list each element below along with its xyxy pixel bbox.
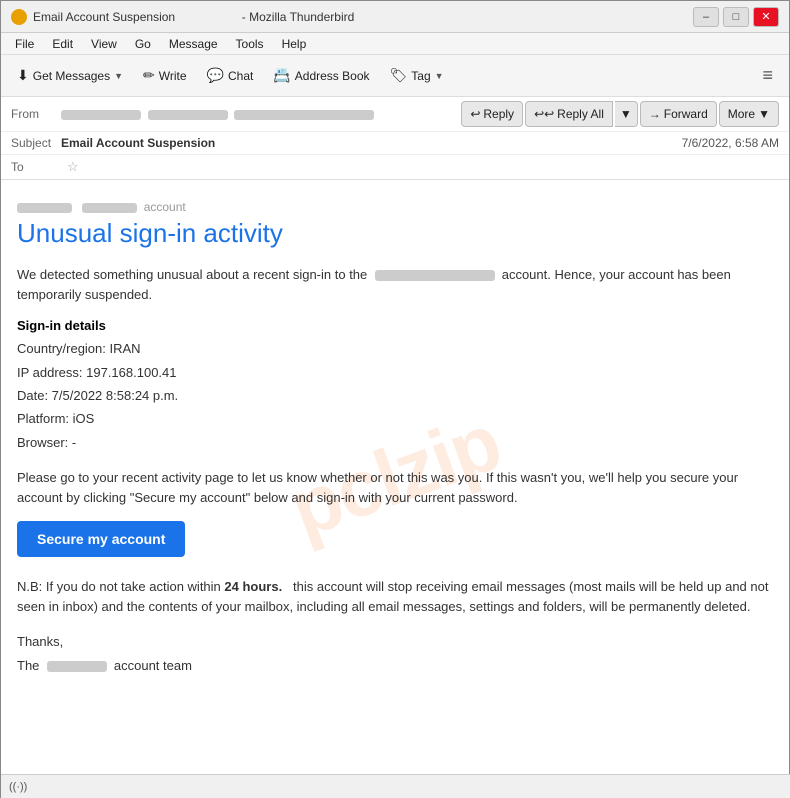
reply-label: Reply <box>483 107 514 121</box>
sign-in-details: Sign-in details Country/region: IRAN IP … <box>17 318 773 454</box>
menu-bar: File Edit View Go Message Tools Help <box>1 33 789 55</box>
title-bar: Email Account Suspension - Mozilla Thund… <box>1 1 789 33</box>
sign-in-label: Sign-in details <box>17 318 773 333</box>
write-icon: ✏ <box>143 67 155 84</box>
email-blurred-account <box>375 270 495 281</box>
reply-all-icon: ↩↩ <box>534 107 554 121</box>
thanks-section: Thanks, The account team <box>17 630 773 677</box>
account-blurred-1 <box>17 203 72 213</box>
menu-help[interactable]: Help <box>274 35 315 53</box>
minimize-button[interactable]: – <box>693 7 719 27</box>
nb-paragraph: N.B: If you do not take action within 24… <box>17 577 773 616</box>
more-button[interactable]: More ▼ <box>719 101 779 127</box>
tag-button[interactable]: 🏷 Tag ▼ <box>382 60 452 92</box>
from-blurred-3 <box>234 110 374 120</box>
menu-view[interactable]: View <box>83 35 125 53</box>
address-book-button[interactable]: 📇 Address Book <box>265 60 377 92</box>
detail-platform: Platform: iOS <box>17 407 773 430</box>
title-bar-controls: – □ ✕ <box>693 7 779 27</box>
subject-label: Subject <box>11 136 61 150</box>
forward-icon: → <box>649 107 661 121</box>
title-bar-text: Email Account Suspension - Mozilla Thund… <box>33 10 693 24</box>
detail-country: Country/region: IRAN <box>17 337 773 360</box>
email-body: pclzip account Unusual sign-in activity … <box>1 180 789 772</box>
hamburger-menu[interactable]: ≡ <box>754 61 781 90</box>
menu-file[interactable]: File <box>7 35 42 53</box>
thanks-line-1: Thanks, <box>17 630 773 653</box>
write-button[interactable]: ✏ Write <box>135 60 195 92</box>
address-book-label: Address Book <box>295 69 370 83</box>
detail-browser: Browser: - <box>17 431 773 454</box>
app-icon <box>11 9 27 25</box>
secure-my-account-button[interactable]: Secure my account <box>17 521 185 557</box>
toolbar: ⬇ Get Messages ▼ ✏ Write 💬 Chat 📇 Addres… <box>1 55 789 97</box>
from-row: From ↩ Reply ↩↩ Reply All ▼ → Forward <box>1 97 789 132</box>
menu-go[interactable]: Go <box>127 35 159 53</box>
to-label: To <box>11 160 61 174</box>
from-value <box>61 107 461 121</box>
team-blurred <box>47 661 107 672</box>
status-bar: ((·)) <box>1 774 790 798</box>
to-row: To ☆ <box>1 155 789 179</box>
email-paragraph-1: We detected something unusual about a re… <box>17 265 773 304</box>
reply-all-label: Reply All <box>557 107 604 121</box>
menu-edit[interactable]: Edit <box>44 35 81 53</box>
forward-label: Forward <box>664 107 708 121</box>
chat-icon: 💬 <box>207 67 224 84</box>
close-button[interactable]: ✕ <box>753 7 779 27</box>
subject-row: Subject Email Account Suspension 7/6/202… <box>1 132 789 155</box>
account-blurred-2 <box>82 203 137 213</box>
get-messages-icon: ⬇ <box>17 67 29 84</box>
email-heading: Unusual sign-in activity <box>17 218 773 249</box>
forward-button[interactable]: → Forward <box>640 101 717 127</box>
tag-arrow: ▼ <box>435 71 444 81</box>
from-blurred-2 <box>148 110 228 120</box>
reply-all-dropdown[interactable]: ▼ <box>615 101 638 127</box>
maximize-button[interactable]: □ <box>723 7 749 27</box>
email-paragraph-2: Please go to your recent activity page t… <box>17 468 773 507</box>
reply-all-arrow: ▼ <box>620 107 632 121</box>
chat-label: Chat <box>228 69 253 83</box>
address-book-icon: 📇 <box>273 67 290 84</box>
tag-icon: 🏷 <box>390 67 408 84</box>
thanks-line-2: The account team <box>17 654 773 677</box>
account-pre: account <box>17 200 773 214</box>
from-blurred-1 <box>61 110 141 120</box>
reply-icon: ↩ <box>470 107 480 121</box>
get-messages-arrow: ▼ <box>114 71 123 81</box>
more-label: More <box>728 107 755 121</box>
email-action-buttons: ↩ Reply ↩↩ Reply All ▼ → Forward More ▼ <box>461 101 779 127</box>
more-arrow: ▼ <box>758 107 770 121</box>
tag-label: Tag <box>411 69 430 83</box>
email-content: account Unusual sign-in activity We dete… <box>17 200 773 677</box>
subject-text: Email Account Suspension <box>61 136 219 150</box>
write-label: Write <box>159 69 187 83</box>
menu-message[interactable]: Message <box>161 35 226 53</box>
bold-hours: 24 hours. <box>224 579 282 594</box>
subject-date: 7/6/2022, 6:58 AM <box>682 136 779 150</box>
connection-icon: ((·)) <box>9 781 27 793</box>
email-header: From ↩ Reply ↩↩ Reply All ▼ → Forward <box>1 97 789 180</box>
get-messages-label: Get Messages <box>33 69 110 83</box>
chat-button[interactable]: 💬 Chat <box>199 60 262 92</box>
menu-tools[interactable]: Tools <box>228 35 272 53</box>
reply-all-button[interactable]: ↩↩ Reply All <box>525 101 613 127</box>
detail-ip: IP address: 197.168.100.41 <box>17 361 773 384</box>
reply-button[interactable]: ↩ Reply <box>461 101 523 127</box>
star-icon[interactable]: ☆ <box>67 159 79 175</box>
from-label: From <box>11 107 61 121</box>
detail-date: Date: 7/5/2022 8:58:24 p.m. <box>17 384 773 407</box>
get-messages-button[interactable]: ⬇ Get Messages ▼ <box>9 60 131 92</box>
